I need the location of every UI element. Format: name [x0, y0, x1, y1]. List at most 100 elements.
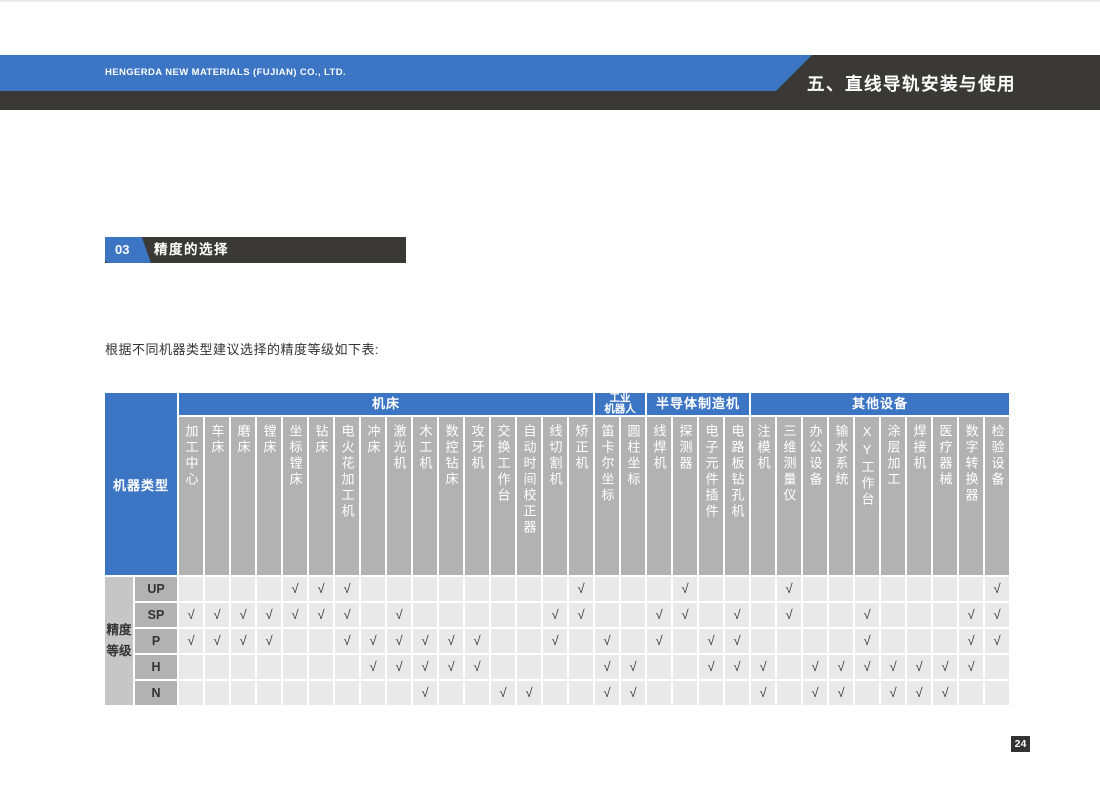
column-header-cell: 医疗器械	[933, 417, 957, 575]
check-cell: √	[777, 603, 801, 627]
check-cell: √	[491, 681, 515, 705]
check-cell: √	[725, 629, 749, 653]
check-cell	[699, 577, 723, 601]
column-header-cell: 自动时间校正器	[517, 417, 541, 575]
check-cell	[543, 681, 567, 705]
check-cell	[777, 681, 801, 705]
check-cell: √	[413, 655, 437, 679]
column-header-text: 磨床	[237, 424, 250, 456]
column-header-text: 线切割机	[549, 424, 562, 488]
check-cell: √	[725, 655, 749, 679]
column-header-cell: 数字转换器	[959, 417, 983, 575]
column-header-cell: 三维测量仪	[777, 417, 801, 575]
section-number: 03	[105, 237, 151, 263]
check-cell: √	[751, 681, 775, 705]
check-cell	[621, 603, 645, 627]
check-cell	[491, 629, 515, 653]
check-cell	[517, 577, 541, 601]
check-cell	[413, 603, 437, 627]
check-cell: √	[439, 655, 463, 679]
check-cell	[257, 655, 281, 679]
check-cell	[465, 603, 489, 627]
column-group-header: 半导体制造机	[647, 393, 749, 415]
check-cell	[517, 655, 541, 679]
check-cell	[205, 681, 229, 705]
check-cell: √	[231, 629, 255, 653]
table-body: 机器类型机床工业机器人半导体制造机其他设备加工中心车床磨床镗床坐标镗床钻床电火花…	[105, 393, 1009, 705]
check-cell	[465, 681, 489, 705]
check-cell: √	[907, 681, 931, 705]
check-cell: √	[699, 629, 723, 653]
check-cell: √	[907, 655, 931, 679]
check-cell: √	[335, 629, 359, 653]
column-header-text: 冲床	[367, 424, 380, 456]
column-header-cell: 电子元件插件	[699, 417, 723, 575]
column-header-text: 检验设备	[991, 424, 1004, 488]
check-cell: √	[751, 655, 775, 679]
check-cell: √	[829, 681, 853, 705]
column-header-text: 激光机	[393, 424, 406, 472]
check-cell	[387, 577, 411, 601]
check-cell	[829, 629, 853, 653]
column-header-cell: 数控钻床	[439, 417, 463, 575]
check-cell	[387, 681, 411, 705]
check-cell	[335, 655, 359, 679]
check-cell: √	[543, 603, 567, 627]
check-cell: √	[257, 629, 281, 653]
column-header-text: 圆柱坐标	[627, 424, 640, 488]
column-header-text: 线焊机	[653, 424, 666, 472]
check-cell: √	[855, 603, 879, 627]
check-cell	[725, 681, 749, 705]
check-cell	[283, 629, 307, 653]
check-cell	[803, 577, 827, 601]
column-header-text: 焊接机	[913, 424, 926, 472]
column-header-text: 攻牙机	[471, 424, 484, 472]
check-cell: √	[231, 603, 255, 627]
check-cell: √	[283, 603, 307, 627]
column-header-text: 车床	[211, 424, 224, 456]
check-cell	[907, 603, 931, 627]
check-cell: √	[673, 603, 697, 627]
check-cell: √	[881, 655, 905, 679]
column-header-cell: 探测器	[673, 417, 697, 575]
check-cell	[361, 577, 385, 601]
check-cell	[283, 655, 307, 679]
check-cell	[725, 577, 749, 601]
column-header-text: 涂层加工	[887, 424, 900, 488]
check-cell: √	[465, 629, 489, 653]
column-header-cell: 冲床	[361, 417, 385, 575]
check-cell	[491, 655, 515, 679]
check-cell	[361, 603, 385, 627]
check-cell	[283, 681, 307, 705]
check-cell: √	[959, 655, 983, 679]
table-corner-label: 机器类型	[105, 393, 177, 575]
column-header-cell: 电路板钻孔机	[725, 417, 749, 575]
check-cell	[751, 577, 775, 601]
check-cell: √	[959, 629, 983, 653]
check-cell: √	[855, 629, 879, 653]
check-cell	[647, 681, 671, 705]
check-cell: √	[621, 681, 645, 705]
check-cell	[465, 577, 489, 601]
check-cell	[335, 681, 359, 705]
check-cell	[439, 603, 463, 627]
column-group-header: 工业机器人	[595, 393, 645, 415]
column-header-cell: 焊接机	[907, 417, 931, 575]
check-cell	[777, 629, 801, 653]
column-header-cell: 激光机	[387, 417, 411, 575]
check-cell	[543, 577, 567, 601]
section-title-bar: 03 精度的选择	[105, 237, 406, 263]
column-header-cell: 圆柱坐标	[621, 417, 645, 575]
check-cell	[439, 577, 463, 601]
check-cell	[621, 629, 645, 653]
check-cell	[959, 681, 983, 705]
column-header-cell: 镗床	[257, 417, 281, 575]
check-cell: √	[595, 681, 619, 705]
check-cell	[491, 603, 515, 627]
check-cell: √	[777, 577, 801, 601]
column-header-cell: XY工作台	[855, 417, 879, 575]
check-cell	[595, 577, 619, 601]
check-cell	[491, 577, 515, 601]
check-cell	[673, 681, 697, 705]
check-cell	[205, 655, 229, 679]
